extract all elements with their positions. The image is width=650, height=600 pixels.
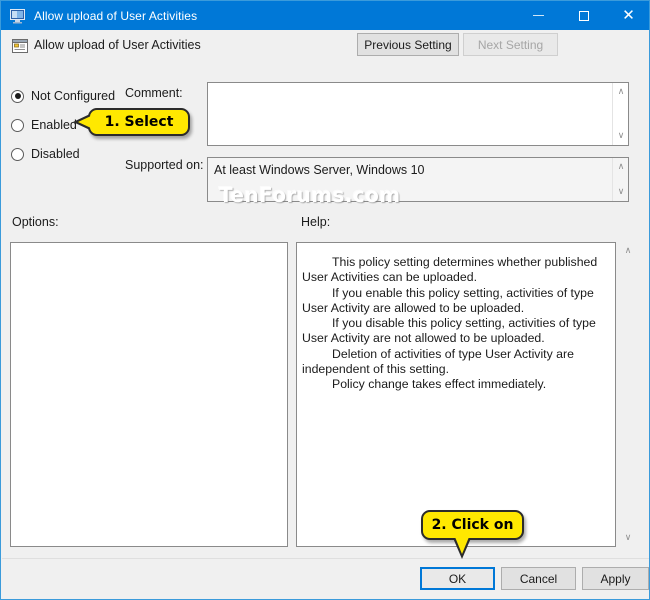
supported-on-field: At least Windows Server, Windows 10 ∧ ∨: [207, 157, 629, 202]
group-policy-setting-dialog: Allow upload of User Activities ✕ Allow …: [0, 0, 650, 600]
scroll-down-icon[interactable]: ∨: [620, 531, 636, 545]
help-paragraph: If you disable this policy setting, acti…: [302, 316, 596, 346]
radio-not-configured-label: Not Configured: [31, 89, 116, 103]
callout-select: 1. Select: [73, 108, 190, 136]
previous-setting-button[interactable]: Previous Setting: [357, 33, 459, 56]
help-paragraph: This policy setting determines whether p…: [302, 255, 598, 285]
radio-disabled-label: Disabled: [31, 147, 80, 161]
callout-tail-fill-icon: [78, 116, 91, 128]
dialog-header: Allow upload of User Activities Previous…: [2, 31, 648, 63]
help-scrollbar[interactable]: ∧ ∨: [620, 242, 636, 547]
policy-setting-icon: [11, 37, 29, 55]
comment-label: Comment:: [125, 86, 183, 100]
options-label: Options:: [12, 215, 59, 229]
scroll-up-icon[interactable]: ∧: [613, 85, 629, 99]
help-label: Help:: [301, 215, 331, 229]
radio-not-configured-icon[interactable]: [11, 89, 24, 103]
policy-monitor-icon: [10, 8, 26, 24]
radio-enabled-icon[interactable]: [11, 118, 24, 132]
supported-on-scrollbar[interactable]: ∧ ∨: [612, 158, 628, 201]
comment-scrollbar[interactable]: ∧ ∨: [612, 83, 628, 145]
apply-button[interactable]: Apply: [582, 567, 649, 590]
radio-not-configured[interactable]: Not Configured: [11, 85, 115, 107]
radio-enabled-label: Enabled: [31, 118, 77, 132]
callout-tail-fill-icon: [455, 537, 469, 554]
callout-select-label: 1. Select: [104, 114, 174, 130]
close-icon: ✕: [622, 6, 635, 24]
comment-textarea[interactable]: ∧ ∨: [207, 82, 629, 146]
help-text: This policy setting determines whether p…: [297, 243, 615, 393]
options-panel[interactable]: [10, 242, 288, 547]
scroll-down-icon[interactable]: ∨: [613, 129, 629, 143]
title-bar: Allow upload of User Activities ✕: [1, 1, 649, 30]
help-paragraph: Deletion of activities of type User Acti…: [302, 346, 574, 377]
scroll-down-icon[interactable]: ∨: [613, 185, 629, 199]
window-controls: ✕: [516, 1, 649, 30]
scroll-up-icon[interactable]: ∧: [613, 160, 629, 174]
help-paragraph: Policy change takes effect immediately.: [332, 377, 547, 392]
window-title: Allow upload of User Activities: [34, 8, 198, 23]
supported-on-value: At least Windows Server, Windows 10: [214, 163, 425, 177]
close-button[interactable]: ✕: [606, 1, 649, 30]
supported-on-label: Supported on:: [125, 158, 204, 172]
scroll-up-icon[interactable]: ∧: [620, 244, 636, 258]
minimize-button[interactable]: [516, 1, 561, 30]
minimize-icon: [533, 15, 544, 16]
maximize-button[interactable]: [561, 1, 606, 30]
ok-button[interactable]: OK: [420, 567, 495, 590]
next-setting-button: Next Setting: [463, 33, 558, 56]
callout-click-on: 2. Click on: [421, 510, 524, 559]
maximize-icon: [578, 10, 589, 21]
radio-disabled-icon[interactable]: [11, 147, 24, 161]
bottom-divider: [2, 558, 649, 559]
help-paragraph: If you enable this policy setting, activ…: [302, 285, 594, 315]
callout-click-on-label: 2. Click on: [431, 517, 514, 533]
setting-name: Allow upload of User Activities: [34, 38, 201, 52]
cancel-button[interactable]: Cancel: [501, 567, 576, 590]
help-panel: This policy setting determines whether p…: [296, 242, 616, 547]
radio-disabled[interactable]: Disabled: [11, 143, 115, 165]
